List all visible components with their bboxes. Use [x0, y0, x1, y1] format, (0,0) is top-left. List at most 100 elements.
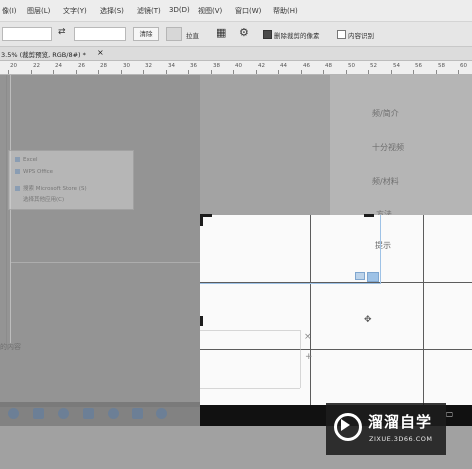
play-icon — [341, 419, 350, 431]
ruler-mark — [53, 70, 54, 74]
browser-icon — [108, 408, 119, 419]
straighten-icon[interactable] — [166, 27, 182, 41]
ruler-mark — [166, 70, 167, 74]
ghost-text: 十分视频 — [372, 143, 404, 152]
grid-overlay-icon[interactable]: ▦ — [216, 26, 226, 39]
content-aware-checkbox[interactable] — [337, 30, 346, 39]
ruler-mark — [413, 70, 414, 74]
ruler-tick: 32 — [145, 63, 152, 69]
ghost-taskbar — [0, 402, 200, 426]
menu-image[interactable]: 像(I) — [2, 6, 17, 16]
menu-bar: 像(I) 图层(L) 文字(Y) 选择(S) 滤镜(T) 3D(D) 视图(V)… — [0, 0, 472, 22]
ruler-mark — [233, 70, 234, 74]
ruler-tick: 48 — [325, 63, 332, 69]
ruler-tick: 36 — [190, 63, 197, 69]
ruler-mark — [458, 70, 459, 74]
ruler-tick: 20 — [10, 63, 17, 69]
ruler-tick: 58 — [438, 63, 445, 69]
clear-button[interactable]: 清除 — [133, 27, 159, 41]
guide-line — [6, 75, 7, 345]
ghost-text: 频/简介 — [372, 109, 399, 118]
menu-window[interactable]: 窗口(W) — [235, 6, 261, 16]
crop-center-icon: ✥ — [364, 315, 372, 325]
image-icon — [132, 408, 143, 419]
ruler-tick: 22 — [33, 63, 40, 69]
close-icon: × — [304, 332, 312, 342]
ruler-tick: 34 — [168, 63, 175, 69]
ghost-menu-item: 选择其他应用(C) — [23, 197, 65, 203]
ruler-tick: 24 — [55, 63, 62, 69]
frame-handle-icon[interactable] — [367, 272, 379, 282]
start-icon — [8, 408, 19, 419]
menu-type[interactable]: 文字(Y) — [63, 6, 87, 16]
ruler-mark — [31, 70, 32, 74]
ruler-mark — [76, 70, 77, 74]
ruler-tick: 30 — [123, 63, 130, 69]
crop-edge-handle[interactable] — [364, 214, 374, 217]
crop-grid-line — [423, 215, 424, 405]
ruler-tick: 54 — [393, 63, 400, 69]
ruler-tick: 40 — [235, 63, 242, 69]
options-bar: ⇄ 清除 拉直 ▦ ⚙ 删除裁剪的像素 内容识别 — [0, 22, 472, 47]
app-icon — [15, 157, 20, 162]
ghost-text: 频/材料 — [372, 177, 399, 186]
document-tab-bar: 3.5% (裁剪预览, RGB/8#) * × — [0, 47, 472, 61]
ghost-line — [200, 388, 300, 389]
frame-handle-icon[interactable] — [355, 272, 365, 280]
crop-corner-handle[interactable] — [200, 214, 203, 226]
ruler-mark — [211, 70, 212, 74]
menu-3d[interactable]: 3D(D) — [169, 6, 190, 14]
ruler-mark — [188, 70, 189, 74]
menu-select[interactable]: 选择(S) — [100, 6, 124, 16]
plus-icon: + — [305, 352, 313, 362]
ruler-mark — [436, 70, 437, 74]
ruler-tick: 26 — [78, 63, 85, 69]
ruler-mark — [391, 70, 392, 74]
swap-icon[interactable]: ⇄ — [58, 27, 66, 37]
ghost-menu-item: WPS Office — [15, 169, 53, 175]
ruler-tick: 44 — [280, 63, 287, 69]
shield-icon — [83, 408, 94, 419]
menu-view[interactable]: 视图(V) — [198, 6, 222, 16]
gear-icon[interactable]: ⚙ — [239, 26, 249, 39]
ruler-mark — [323, 70, 324, 74]
ghost-context-menu: Excel WPS Office 搜索 Microsoft Store (S) … — [8, 150, 134, 210]
watermark-title: 溜溜自学 — [368, 413, 433, 431]
app-icon — [156, 408, 167, 419]
delete-cropped-label: 删除裁剪的像素 — [274, 32, 320, 40]
watermark-url: ZIXUE.3D66.COM — [369, 435, 433, 443]
ruler-mark — [278, 70, 279, 74]
tab-close-icon[interactable]: × — [97, 48, 104, 57]
menu-help[interactable]: 帮助(H) — [273, 6, 298, 16]
ruler-mark — [121, 70, 122, 74]
store-icon — [15, 186, 20, 191]
content-aware-label: 内容识别 — [348, 32, 374, 40]
crop-shield-overlay — [0, 75, 200, 407]
height-field[interactable] — [74, 27, 126, 41]
menu-layer[interactable]: 图层(L) — [27, 6, 50, 16]
ghost-menu-item: Excel — [15, 157, 38, 163]
ghost-text: 的内容 — [0, 343, 21, 351]
ruler-tick: 38 — [213, 63, 220, 69]
ruler-mark — [8, 70, 9, 74]
folder-icon — [33, 408, 44, 419]
ghost-line — [300, 330, 301, 388]
ghost-line — [10, 262, 200, 263]
tray-icon: 🖵 — [446, 411, 453, 419]
crop-edge-handle[interactable] — [200, 316, 203, 326]
width-field[interactable] — [2, 27, 52, 41]
ruler-mark — [346, 70, 347, 74]
app-icon — [15, 169, 20, 174]
horizontal-ruler: 20 22 24 26 28 30 32 34 36 38 40 42 44 4… — [0, 61, 472, 75]
ruler-tick: 52 — [370, 63, 377, 69]
menu-filter[interactable]: 滤镜(T) — [137, 6, 161, 16]
search-icon — [58, 408, 69, 419]
ruler-mark — [256, 70, 257, 74]
document-tab-title[interactable]: 3.5% (裁剪预览, RGB/8#) * — [1, 49, 86, 59]
ruler-tick: 28 — [100, 63, 107, 69]
delete-cropped-checkbox[interactable] — [263, 30, 272, 39]
ruler-mark — [98, 70, 99, 74]
straighten-label[interactable]: 拉直 — [186, 30, 199, 40]
selection-frame — [200, 215, 381, 284]
guide-line — [10, 75, 11, 345]
